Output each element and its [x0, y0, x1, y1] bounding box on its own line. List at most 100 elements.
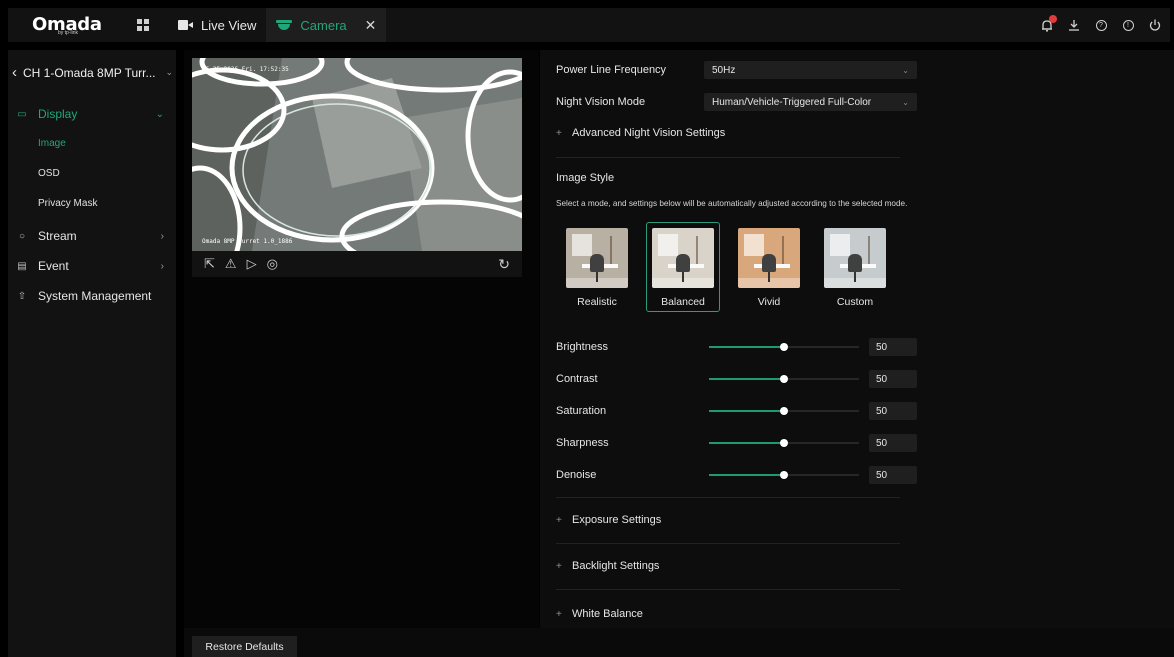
brightness-slider[interactable]	[709, 343, 859, 351]
fullscreen-icon[interactable]: ⇱	[204, 256, 215, 272]
sidebar-item-event[interactable]: ▤ Event ›	[8, 254, 176, 278]
stream-icon: ○	[18, 230, 26, 242]
style-option-label: Balanced	[661, 296, 705, 308]
denoise-slider-row: Denoise 50	[556, 466, 917, 484]
contrast-slider[interactable]	[709, 375, 859, 383]
white-balance-label: White Balance	[572, 608, 643, 620]
camera-preview-image	[192, 58, 522, 251]
sidebar: ‹ CH 1-Omada 8MP Turr... ⌄ ▭ Display ⌄ I…	[8, 50, 176, 657]
system-icon: ⇧	[17, 290, 27, 302]
plus-icon: +	[556, 608, 562, 620]
vivid-thumbnail	[738, 228, 800, 288]
divider	[556, 543, 900, 544]
image-settings-panel: Power Line Frequency 50Hz ⌄ Night Vision…	[540, 50, 1174, 628]
custom-thumbnail	[824, 228, 886, 288]
monitor-icon: ▭	[17, 108, 27, 120]
event-icon: ▤	[17, 260, 27, 272]
image-style-hint: Select a mode, and settings below will b…	[556, 199, 908, 208]
brightness-value-input[interactable]: 50	[869, 338, 917, 356]
slider-handle[interactable]	[780, 407, 788, 415]
tab-camera[interactable]: Camera ✕	[266, 8, 387, 42]
camera-icon	[276, 20, 293, 30]
sidebar-item-system-management[interactable]: ⇧ System Management	[8, 284, 176, 308]
sidebar-item-label: System Management	[38, 289, 152, 303]
sharpness-value-input[interactable]: 50	[869, 434, 917, 452]
balanced-thumbnail	[652, 228, 714, 288]
notification-badge	[1049, 15, 1057, 23]
top-right-actions: ? !	[1040, 8, 1170, 42]
close-icon[interactable]: ✕	[365, 17, 377, 34]
white-balance-expander[interactable]: + White Balance	[556, 608, 643, 620]
saturation-slider[interactable]	[709, 407, 859, 415]
slider-handle[interactable]	[780, 471, 788, 479]
sharpness-slider-row: Sharpness 50	[556, 434, 917, 452]
night-vision-mode-value: Human/Vehicle-Triggered Full-Color	[712, 96, 872, 108]
chevron-down-icon: ⌄	[902, 65, 909, 75]
power-icon[interactable]	[1148, 18, 1162, 32]
video-icon	[178, 20, 193, 30]
backlight-settings-label: Backlight Settings	[572, 560, 660, 572]
record-icon[interactable]: ◎	[267, 256, 278, 272]
preview-controls: ⇱ ⚠ ▷ ◎ ↻	[192, 251, 522, 277]
footer-bar: Restore Defaults	[184, 628, 1174, 657]
notification-bell-icon[interactable]	[1040, 15, 1057, 32]
warning-icon[interactable]: ⚠	[225, 256, 237, 272]
divider	[556, 497, 900, 498]
restore-defaults-button[interactable]: Restore Defaults	[192, 636, 297, 657]
sidebar-item-stream[interactable]: ○ Stream ›	[8, 224, 176, 248]
info-icon[interactable]: !	[1121, 18, 1135, 32]
sidebar-subitem-image[interactable]: Image	[38, 138, 66, 149]
divider	[556, 589, 900, 590]
sharpness-slider[interactable]	[709, 439, 859, 447]
chevron-down-icon: ⌄	[165, 67, 174, 77]
brightness-slider-row: Brightness 50	[556, 338, 917, 356]
sidebar-subitem-osd[interactable]: OSD	[38, 168, 60, 179]
preview-camera-name: Omada 8MP Turret 1.0_1886	[202, 238, 293, 245]
sidebar-subitem-privacy-mask[interactable]: Privacy Mask	[38, 198, 97, 209]
style-option-label: Realistic	[577, 296, 617, 308]
brightness-label: Brightness	[556, 341, 608, 353]
chevron-right-icon: ›	[160, 230, 164, 242]
style-option-balanced[interactable]: Balanced	[646, 222, 720, 312]
tab-live-view[interactable]: Live View	[178, 8, 266, 42]
power-line-frequency-label: Power Line Frequency	[556, 64, 667, 76]
advanced-night-vision-expander[interactable]: + Advanced Night Vision Settings	[556, 127, 725, 139]
advanced-night-vision-label: Advanced Night Vision Settings	[572, 127, 726, 139]
slider-handle[interactable]	[780, 439, 788, 447]
slider-handle[interactable]	[780, 343, 788, 351]
play-icon[interactable]: ▷	[247, 256, 257, 272]
saturation-slider-row: Saturation 50	[556, 402, 917, 420]
saturation-value-input[interactable]: 50	[869, 402, 917, 420]
help-icon[interactable]: ?	[1094, 18, 1108, 32]
refresh-icon[interactable]: ↻	[498, 256, 510, 273]
power-line-frequency-select[interactable]: 50Hz ⌄	[704, 61, 917, 79]
tab-live-view-label: Live View	[201, 17, 257, 33]
channel-selector[interactable]: ‹ CH 1-Omada 8MP Turr... ⌄	[12, 64, 173, 81]
contrast-label: Contrast	[556, 373, 598, 385]
style-option-label: Custom	[836, 296, 874, 308]
image-style-options: Realistic Balanced Vivid Custom	[560, 222, 892, 312]
exposure-settings-expander[interactable]: + Exposure Settings	[556, 514, 661, 526]
slider-handle[interactable]	[780, 375, 788, 383]
style-option-realistic[interactable]: Realistic	[560, 222, 634, 312]
sidebar-item-display[interactable]: ▭ Display ⌄	[8, 102, 176, 126]
denoise-value-input[interactable]: 50	[869, 466, 917, 484]
chevron-left-icon[interactable]: ‹	[12, 64, 17, 81]
preview-timestamp: 06-25-2026 Fri. 17:52:35	[202, 66, 289, 73]
contrast-value-input[interactable]: 50	[869, 370, 917, 388]
backlight-settings-expander[interactable]: + Backlight Settings	[556, 560, 659, 572]
saturation-label: Saturation	[556, 405, 607, 417]
brand-sub: by tp-link	[58, 30, 79, 36]
night-vision-mode-label: Night Vision Mode	[556, 96, 646, 108]
style-option-custom[interactable]: Custom	[818, 222, 892, 312]
camera-preview[interactable]: 06-25-2026 Fri. 17:52:35 Omada 8MP Turre…	[192, 58, 522, 251]
chevron-down-icon: ⌄	[155, 108, 164, 120]
sidebar-item-label: Stream	[38, 229, 77, 243]
preview-column: 06-25-2026 Fri. 17:52:35 Omada 8MP Turre…	[184, 50, 539, 628]
denoise-label: Denoise	[556, 469, 597, 481]
download-icon[interactable]	[1067, 18, 1081, 32]
style-option-vivid[interactable]: Vivid	[732, 222, 806, 312]
app-grid-icon[interactable]	[137, 19, 149, 31]
denoise-slider[interactable]	[709, 471, 859, 479]
night-vision-mode-select[interactable]: Human/Vehicle-Triggered Full-Color ⌄	[704, 93, 917, 111]
